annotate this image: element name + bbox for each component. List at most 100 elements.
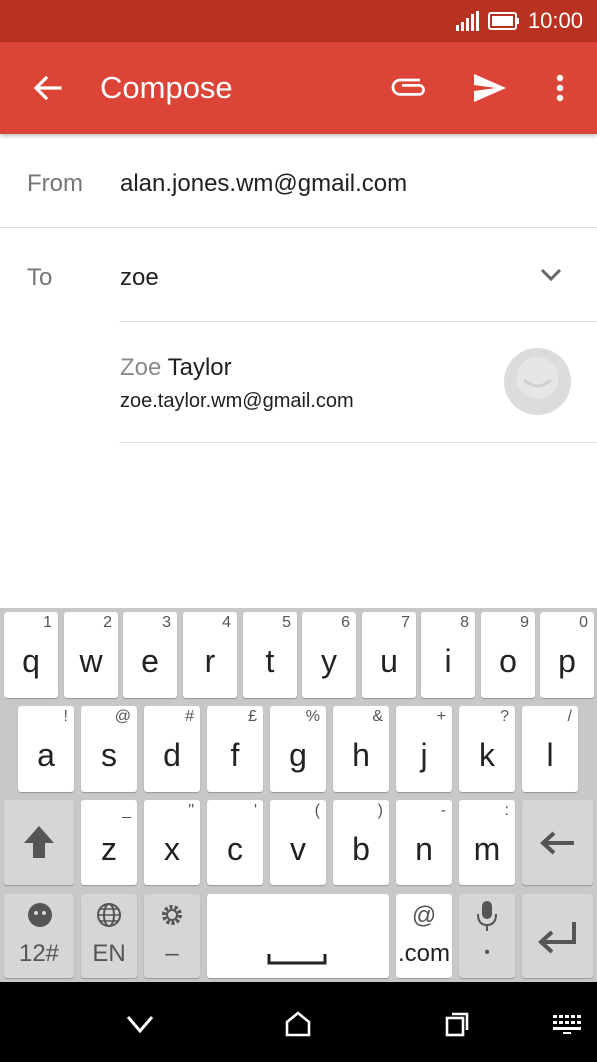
key-label: p <box>558 643 576 679</box>
key-h[interactable]: & h <box>333 706 389 792</box>
keyboard: 1q2w3e4r5t6y7u8i9o0p ! a @ s # d £ f% g & h + j? k / l … <box>0 608 597 982</box>
dotcom-label: .com <box>397 940 450 967</box>
mic-sub: • <box>484 944 490 961</box>
key-w[interactable]: 2w <box>64 612 118 698</box>
key-label: b <box>352 831 370 867</box>
key-x[interactable]: " x <box>144 800 200 885</box>
suggestion-email: zoe.taylor.wm@gmail.com <box>120 390 354 412</box>
divider <box>119 442 597 443</box>
key-f[interactable]: £ f <box>207 706 263 792</box>
key-g[interactable]: % g <box>270 706 326 792</box>
key-secondary-label: 4 <box>222 614 231 631</box>
recent-apps-icon <box>445 1012 469 1037</box>
key-j[interactable]: + j <box>396 706 452 792</box>
key-y[interactable]: 6y <box>302 612 356 698</box>
from-account-selector[interactable]: alan.jones.wm@gmail.com <box>120 170 407 198</box>
key-label: w <box>79 643 103 679</box>
keyboard-switch-button[interactable] <box>547 1004 587 1044</box>
more-options-button[interactable] <box>538 66 582 110</box>
key-p[interactable]: 0p <box>540 612 594 698</box>
back-arrow-icon <box>33 75 62 101</box>
key-n[interactable]: -n <box>396 800 452 885</box>
key-a[interactable]: ! a <box>18 706 74 792</box>
battery-icon <box>487 12 519 30</box>
key-label: g <box>289 737 307 773</box>
key-r[interactable]: 4r <box>183 612 237 698</box>
symbols-key[interactable]: 12# <box>4 894 74 978</box>
status-bar: 10:00 <box>0 0 597 42</box>
from-label: From <box>27 170 83 197</box>
key-d[interactable]: # d <box>144 706 200 792</box>
app-bar: Compose <box>0 42 597 134</box>
key-secondary-label: 7 <box>401 614 410 631</box>
key-label: t <box>265 643 275 679</box>
key-label: a <box>37 737 55 773</box>
dotcom-key[interactable]: @ .com <box>396 894 452 978</box>
key-label: r <box>204 643 216 679</box>
key-secondary-label: & <box>372 708 383 725</box>
microphone-icon <box>477 901 497 931</box>
status-icons: 10:00 <box>455 8 583 34</box>
language-key[interactable]: EN <box>81 894 137 978</box>
key-label: s <box>101 737 117 773</box>
key-l[interactable]: / l <box>522 706 578 792</box>
shift-arrow-icon <box>24 826 54 858</box>
key-label: y <box>321 643 337 679</box>
key-label: q <box>22 643 40 679</box>
key-t[interactable]: 5t <box>243 612 297 698</box>
key-secondary-label: ' <box>253 802 257 819</box>
key-label: o <box>499 643 517 679</box>
language-label: EN <box>92 940 126 967</box>
voice-input-key[interactable]: • <box>459 894 515 978</box>
key-s[interactable]: @ s <box>81 706 137 792</box>
key-secondary-label: 8 <box>460 614 469 631</box>
attach-button[interactable] <box>388 66 432 110</box>
key-label: c <box>227 831 243 867</box>
settings-key[interactable]: – <box>144 894 200 978</box>
recent-apps-button[interactable] <box>437 1004 477 1044</box>
key-label: e <box>141 643 159 679</box>
key-secondary-label: ? <box>500 708 509 725</box>
key-label: j <box>420 737 428 773</box>
symbols-label: 12# <box>18 940 60 967</box>
key-o[interactable]: 9o <box>481 612 535 698</box>
backspace-icon <box>540 831 574 855</box>
to-input[interactable]: zoe <box>120 264 159 292</box>
key-i[interactable]: 8i <box>421 612 475 698</box>
send-button[interactable] <box>468 66 512 110</box>
key-label: k <box>479 737 495 773</box>
enter-key[interactable] <box>522 894 593 978</box>
at-label: @ <box>411 902 437 929</box>
navigation-bar <box>0 982 597 1062</box>
space-key[interactable] <box>207 894 389 978</box>
home-button[interactable] <box>278 1004 318 1044</box>
key-secondary-label: ( <box>314 802 320 819</box>
key-k[interactable]: ? k <box>459 706 515 792</box>
key-label: n <box>415 831 433 867</box>
space-bar-icon <box>267 954 327 965</box>
key-v[interactable]: (v <box>270 800 326 885</box>
key-secondary-label: 5 <box>282 614 291 631</box>
key-secondary-label: 3 <box>162 614 171 631</box>
keyboard-icon <box>553 1015 581 1034</box>
key-label: h <box>352 737 370 773</box>
expand-recipients-button[interactable] <box>536 262 566 288</box>
key-b[interactable]: ) b <box>333 800 389 885</box>
key-u[interactable]: 7u <box>362 612 416 698</box>
send-icon <box>474 74 506 102</box>
shift-key[interactable] <box>4 800 74 885</box>
key-q[interactable]: 1q <box>4 612 58 698</box>
hide-keyboard-button[interactable] <box>120 1004 160 1044</box>
key-m[interactable]: :m <box>459 800 515 885</box>
key-secondary-label: : <box>504 802 509 819</box>
key-z[interactable]: _ z <box>81 800 137 885</box>
key-secondary-label: % <box>305 708 320 725</box>
key-c[interactable]: ' c <box>207 800 263 885</box>
key-e[interactable]: 3e <box>123 612 177 698</box>
key-secondary-label: ) <box>377 802 383 819</box>
back-button[interactable] <box>25 66 69 110</box>
backspace-key[interactable] <box>522 800 593 885</box>
key-secondary-label: 1 <box>43 614 52 631</box>
paperclip-icon <box>391 78 425 96</box>
key-label: d <box>163 737 181 773</box>
